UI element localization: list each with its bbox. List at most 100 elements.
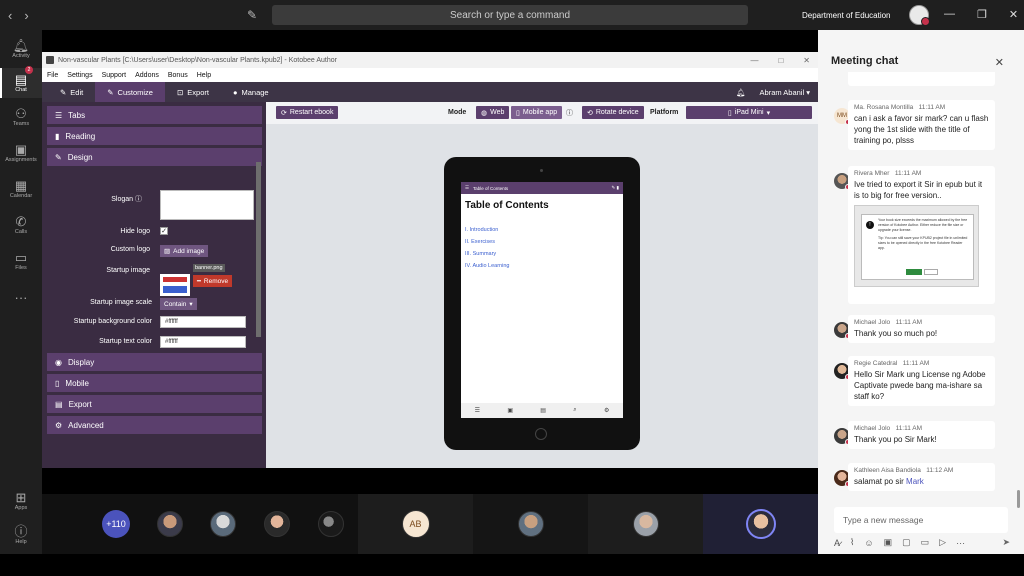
rail-chat[interactable]: ▤ 2 Chat — [0, 66, 42, 98]
rail-calls[interactable]: ✆ Calls — [0, 214, 42, 240]
chat-message[interactable]: Kathleen Aisa Bandiola 11:12 AM salamat … — [848, 463, 995, 491]
participant-tile[interactable] — [473, 494, 588, 554]
bg-color-input[interactable]: #ffffff — [160, 316, 246, 328]
participant-tile[interactable]: AB — [358, 494, 473, 554]
pencil-icon[interactable]: ✎ — [611, 185, 615, 190]
chat-message[interactable]: Regie Catedral 11:11 AM Hello Sir Mark u… — [848, 356, 995, 406]
add-image-button[interactable]: ▨ Add image — [160, 245, 209, 257]
mention[interactable]: Mark — [906, 477, 924, 486]
chat-message[interactable]: Michael Jolo 11:11 AM Thank you po Sir M… — [848, 421, 995, 449]
panel-scrollbar[interactable] — [256, 162, 261, 337]
menu-addons[interactable]: Addons — [135, 72, 159, 79]
rail-help[interactable]: ⓘ Help — [0, 524, 42, 550]
toc-item[interactable]: IV. Audio Learning — [465, 263, 623, 269]
close-icon[interactable]: ✕ — [995, 56, 1004, 69]
participant-tile[interactable] — [588, 494, 703, 554]
meet-icon[interactable]: ▭ — [921, 537, 930, 548]
minimize-icon[interactable]: — — [944, 8, 955, 21]
new-chat-icon[interactable]: ✎ — [247, 8, 257, 22]
command-search[interactable]: Search or type a command — [272, 5, 748, 25]
menu-bonus[interactable]: Bonus — [168, 72, 188, 79]
sticker-icon[interactable]: ▢ — [902, 537, 911, 548]
remove-image-button[interactable]: ━ Remove — [193, 275, 233, 287]
close-window-icon[interactable]: ✕ — [1009, 8, 1018, 21]
message-attachment-image[interactable]: ! Your book size exceeds the maximum all… — [854, 205, 979, 287]
tab-edit[interactable]: ✎ Edit — [48, 82, 95, 102]
author-minimize-icon[interactable]: — — [750, 56, 758, 65]
mode-web-button[interactable]: ◍ Web — [476, 106, 510, 119]
participant-tile[interactable] — [208, 494, 238, 554]
scale-select[interactable]: Contain ▾ — [160, 298, 197, 310]
profile-avatar[interactable] — [909, 5, 930, 26]
participant-tile[interactable] — [262, 494, 292, 554]
rail-files[interactable]: ▭ Files — [0, 250, 42, 276]
org-name[interactable]: Department of Education — [802, 11, 891, 20]
message-text: Ive tried to export it Sir in epub but i… — [854, 180, 983, 200]
rail-assignments[interactable]: ▣ Assignments — [0, 142, 42, 168]
attach-icon[interactable]: ⌇ — [850, 537, 854, 548]
export-doc-icon: ▤ — [55, 399, 63, 409]
rotate-device-button[interactable]: ⟲ Rotate device — [582, 106, 644, 119]
menu-settings[interactable]: Settings — [67, 72, 92, 79]
chapters-icon[interactable]: ☰ — [475, 407, 480, 414]
rail-activity[interactable]: 🔔︎ Activity — [0, 38, 42, 64]
toc-item[interactable]: II. Exercises — [465, 239, 623, 245]
tab-manage[interactable]: ● Manage — [221, 82, 281, 102]
mode-mobile-app-button[interactable]: ▯ Mobile app — [511, 106, 563, 119]
section-reading[interactable]: ▮ Reading — [47, 127, 262, 145]
message-compose-input[interactable]: Type a new message — [834, 507, 1008, 533]
notebook-icon[interactable]: ▤ — [540, 407, 546, 414]
restart-ebook-button[interactable]: ⟳ Restart ebook — [276, 106, 339, 119]
maximize-icon[interactable]: ❐ — [977, 8, 987, 21]
brush-icon: ✎ — [55, 152, 62, 162]
chat-scrollbar[interactable] — [1017, 490, 1020, 508]
chat-message[interactable]: Michael Jolo 11:11 AM Thank you so much … — [848, 315, 995, 343]
participant-tile[interactable] — [155, 494, 185, 554]
back-arrow-icon[interactable]: ‹ — [8, 8, 12, 23]
chat-message[interactable]: Ma. Rosana Montilla 11:11 AM can i ask a… — [848, 100, 995, 150]
settings-icon[interactable]: ⚙ — [604, 407, 609, 414]
more-options-icon[interactable]: ··· — [956, 538, 965, 548]
tab-customize[interactable]: ✎ Customize — [95, 82, 165, 102]
hide-logo-checkbox[interactable]: ✓ — [160, 227, 168, 235]
format-icon[interactable]: A̷ — [834, 538, 840, 548]
stream-icon[interactable]: ▷ — [939, 537, 946, 548]
menu-file[interactable]: File — [47, 72, 58, 79]
section-advanced[interactable]: ⚙ Advanced — [47, 416, 262, 434]
send-icon[interactable]: ➤ — [1002, 537, 1010, 548]
notification-bell-icon[interactable]: 🔔︎ — [736, 88, 746, 97]
section-mobile[interactable]: ▯ Mobile — [47, 374, 262, 392]
section-display[interactable]: ◉ Display — [47, 353, 262, 371]
author-close-icon[interactable]: ✕ — [803, 56, 810, 65]
forward-arrow-icon[interactable]: › — [24, 8, 28, 23]
chat-message[interactable]: Rivera Mher 11:11 AM Ive tried to export… — [848, 166, 995, 304]
toc-item[interactable]: III. Summary — [465, 251, 623, 257]
rail-teams[interactable]: ⚇ Teams — [0, 106, 42, 132]
menu-help[interactable]: Help — [197, 72, 211, 79]
participant-overflow[interactable]: +110 — [102, 494, 130, 554]
author-user-name[interactable]: Abram Abanil ▾ — [760, 88, 810, 97]
mode-info-icon[interactable]: ⓘ — [566, 108, 573, 118]
assignments-icon: ▣ — [14, 142, 28, 157]
platform-select[interactable]: ▯ iPad Mini ▾ — [686, 106, 812, 119]
gif-icon[interactable]: ▣ — [884, 537, 893, 548]
menu-icon[interactable]: ☰ — [465, 185, 469, 191]
media-icon[interactable]: ▣ — [507, 407, 513, 414]
section-tabs[interactable]: ☰ Tabs — [47, 106, 262, 124]
text-color-input[interactable]: #ffffff — [160, 336, 246, 348]
rail-apps[interactable]: ⊞ Apps — [0, 490, 42, 516]
emoji-icon[interactable]: ☺ — [864, 538, 873, 548]
menu-support[interactable]: Support — [102, 72, 127, 79]
tab-export[interactable]: ⊡ Export — [165, 82, 221, 102]
section-export[interactable]: ▤ Export — [47, 395, 262, 413]
search-icon[interactable]: ⌕ — [573, 407, 576, 414]
section-design[interactable]: ✎ Design — [47, 148, 262, 166]
toc-item[interactable]: I. Introduction — [465, 227, 623, 233]
author-maximize-icon[interactable]: □ — [778, 56, 783, 65]
participant-tile[interactable] — [316, 494, 346, 554]
rail-calendar[interactable]: ▦ Calendar — [0, 178, 42, 204]
participant-tile-self[interactable] — [703, 494, 818, 554]
trash-icon[interactable]: ▮ — [617, 185, 619, 190]
rail-more[interactable]: ··· — [0, 290, 42, 306]
slogan-input[interactable] — [160, 190, 254, 220]
